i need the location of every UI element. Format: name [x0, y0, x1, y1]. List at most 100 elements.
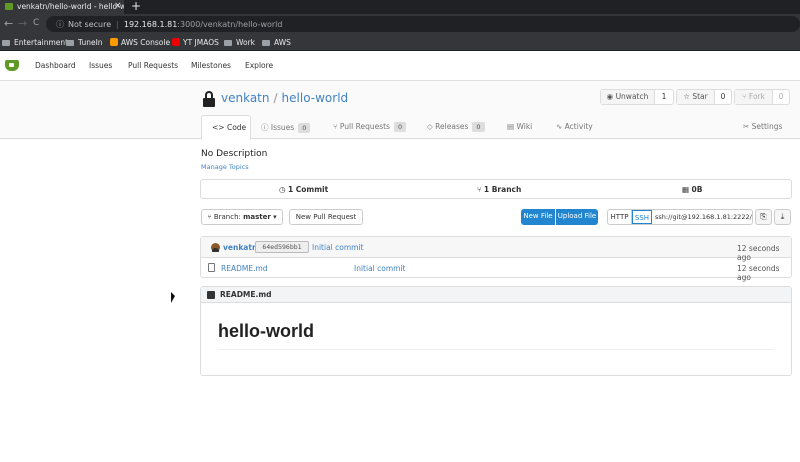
tab-pull-requests[interactable]: ⑂ Pull Requests 0 [333, 115, 407, 139]
upload-file-button[interactable]: Upload File [556, 209, 598, 225]
fork-count[interactable]: 0 [773, 92, 789, 101]
pull-request-icon: ⑂ [333, 122, 340, 131]
browser-tab[interactable]: venkatn/hello-world - hello-w × [0, 0, 124, 14]
folder-icon [2, 40, 10, 46]
repo-stats-bar: ◷ 1 Commit ⑂ 1 Branch ▦ 0B [200, 179, 792, 199]
url-host: 192.168.1.81 [123, 20, 178, 29]
file-table: venkatn 64ed596bb1 Initial commit 12 sec… [200, 236, 792, 282]
repo-title-slash: / [273, 91, 278, 105]
address-bar[interactable]: ⓘ Not secure | 192.168.1.81:3000/venkatn/he… [46, 16, 800, 32]
mouse-cursor-icon [171, 292, 175, 303]
tab-settings[interactable]: ✂ Settings [743, 115, 782, 139]
forward-arrow-icon[interactable]: → [18, 17, 27, 30]
branch-dropdown[interactable]: ⑂ Branch: master ▾ [201, 209, 283, 225]
bookmark-yt-jmaos[interactable]: YT JMAOS [172, 38, 219, 47]
commit-sha-button[interactable]: 64ed596bb1 [255, 241, 309, 253]
bookmark-work[interactable]: Work [224, 38, 255, 47]
bookmark-label: AWS [274, 38, 291, 47]
bookmark-aws-console[interactable]: AWS Console [110, 38, 170, 47]
repo-owner-link[interactable]: venkatn [221, 91, 270, 105]
http-clone-button[interactable]: HTTP [608, 210, 632, 224]
branch-icon: ⑂ [477, 185, 484, 194]
fork-label-wrap: ⑂ Fork [735, 90, 773, 104]
nav-issues[interactable]: Issues [89, 61, 112, 70]
avatar[interactable] [211, 243, 220, 252]
ssh-clone-button[interactable]: SSH [632, 210, 652, 224]
tab-issues[interactable]: ⓘ Issues 0 [261, 115, 311, 139]
tab-issues-label: Issues [270, 123, 295, 132]
issues-count-badge: 0 [298, 123, 311, 133]
branches-stat[interactable]: ⑂ 1 Branch [477, 185, 521, 194]
copy-icon: ⎘ [760, 212, 767, 221]
reload-icon[interactable]: C [33, 18, 39, 28]
gitea-logo-icon[interactable] [5, 60, 19, 71]
nav-explore[interactable]: Explore [245, 61, 273, 70]
clone-url-group: HTTP SSH ssh://git@192.168.1.81:2222/ven… [607, 209, 753, 225]
commits-stat[interactable]: ◷ 1 Commit [279, 185, 328, 194]
unwatch-button[interactable]: ◉ Unwatch 1 [600, 89, 674, 105]
nav-pull-requests[interactable]: Pull Requests [128, 61, 178, 70]
releases-count-badge: 0 [472, 122, 485, 132]
code-icon: <> [212, 123, 227, 132]
bookmark-entertainment[interactable]: Entertainment [2, 38, 68, 47]
file-commit-link[interactable]: Initial commit [354, 264, 406, 273]
bookmark-label: Entertainment [14, 38, 69, 47]
browser-tab-strip: venkatn/hello-world - hello-w × + [0, 0, 800, 14]
youtube-icon [172, 38, 180, 46]
download-button[interactable]: ⤓ [774, 209, 791, 225]
info-icon[interactable]: ⓘ [56, 20, 64, 29]
nav-milestones[interactable]: Milestones [191, 61, 231, 70]
nav-dashboard[interactable]: Dashboard [35, 61, 76, 70]
readme-divider [218, 349, 774, 350]
back-arrow-icon[interactable]: ← [4, 17, 13, 30]
pulse-icon: ∿ [556, 122, 565, 131]
bookmarks-bar: Entertainment TuneIn AWS Console YT JMAO… [0, 34, 800, 51]
eye-icon: ◉ [606, 92, 616, 101]
table-row: README.md Initial commit 12 seconds ago [201, 258, 791, 282]
commit-author-link[interactable]: venkatn [223, 243, 257, 252]
file-name-link[interactable]: README.md [221, 264, 268, 273]
manage-topics-link[interactable]: Manage Topics [201, 163, 249, 171]
clone-url-input[interactable]: ssh://git@192.168.1.81:2222/venk [655, 213, 752, 221]
branch-prefix: Branch: [213, 213, 241, 221]
pull-requests-count-badge: 0 [393, 122, 407, 132]
tab-settings-label: Settings [751, 122, 783, 131]
download-icon: ⤓ [780, 212, 785, 221]
bookmark-label: TuneIn [78, 38, 103, 47]
commit-message-link[interactable]: Initial commit [312, 243, 364, 252]
star-button[interactable]: ☆ Star 0 [676, 89, 732, 105]
branch-name: master [243, 213, 271, 221]
tab-wiki[interactable]: ▤ Wiki [507, 115, 532, 139]
tab-code-label: Code [226, 123, 247, 132]
fork-button[interactable]: ⑂ Fork 0 [734, 89, 790, 105]
tab-close-icon[interactable]: × [114, 1, 122, 11]
star-count[interactable]: 0 [715, 92, 731, 101]
bookmark-aws[interactable]: AWS [262, 38, 291, 47]
tab-code[interactable]: <> Code [201, 115, 251, 140]
tab-activity[interactable]: ∿ Activity [556, 115, 593, 139]
bookmark-label: YT JMAOS [183, 38, 219, 47]
url-path: :3000/venkatn/hello-world [177, 20, 283, 29]
fork-icon: ⑂ [742, 92, 749, 101]
repo-description: No Description [201, 149, 268, 159]
readme-filename: README.md [220, 290, 272, 299]
file-time: 12 seconds ago [737, 264, 780, 282]
branches-count: 1 Branch [483, 185, 522, 194]
repo-name-link[interactable]: hello-world [282, 91, 349, 105]
aws-icon [110, 38, 118, 46]
url-separator: | [116, 20, 119, 29]
watch-count[interactable]: 1 [655, 92, 673, 101]
history-icon: ◷ [279, 185, 288, 194]
new-pull-request-button[interactable]: New Pull Request [289, 209, 363, 225]
tab-releases-label: Releases [435, 122, 469, 131]
not-secure-label: Not secure [68, 20, 112, 29]
file-icon [208, 263, 215, 272]
tab-releases[interactable]: ◇ Releases 0 [427, 115, 485, 139]
commits-count: 1 Commit [287, 185, 329, 194]
new-tab-button[interactable]: + [131, 0, 141, 13]
new-file-button[interactable]: New File [521, 209, 555, 225]
star-label: Star [692, 92, 708, 101]
bookmark-tunein[interactable]: TuneIn [66, 38, 103, 47]
size-stat: ▦ 0B [682, 185, 702, 194]
copy-clone-url-button[interactable]: ⎘ [755, 209, 772, 225]
